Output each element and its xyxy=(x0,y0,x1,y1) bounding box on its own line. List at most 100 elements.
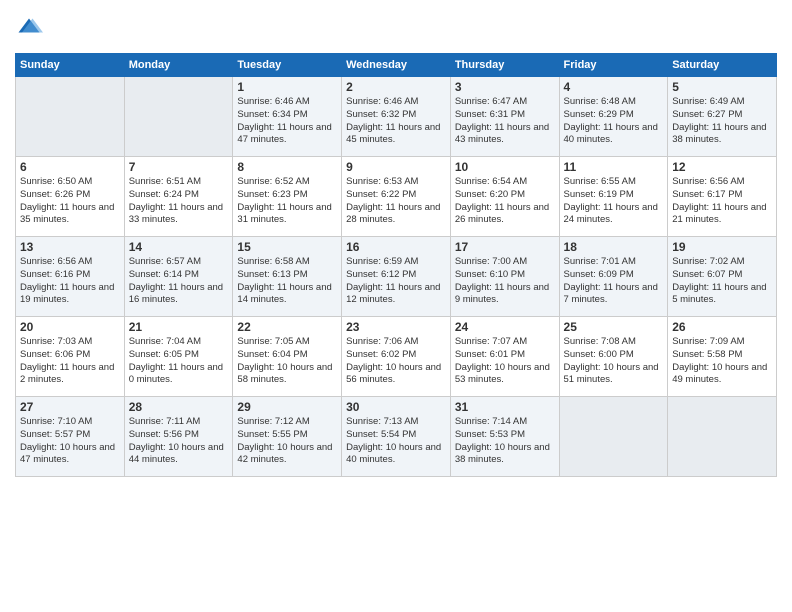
day-info: Sunrise: 7:14 AM Sunset: 5:53 PM Dayligh… xyxy=(455,416,555,467)
day-number: 21 xyxy=(129,320,229,334)
day-info: Sunrise: 6:49 AM Sunset: 6:27 PM Dayligh… xyxy=(672,96,772,147)
calendar-cell: 10Sunrise: 6:54 AM Sunset: 6:20 PM Dayli… xyxy=(450,157,559,237)
calendar-cell: 29 Sunrise: 7:12 AM Sunset: 5:55 PM Dayli… xyxy=(233,397,342,477)
day-number: 19 xyxy=(672,240,772,254)
day-number: 2 xyxy=(346,80,446,94)
day-info: Sunrise: 6:48 AM Sunset: 6:29 PM Dayligh… xyxy=(564,96,664,147)
day-number: 22 xyxy=(237,320,337,334)
calendar-cell: 20 Sunrise: 7:03 AM Sunset: 6:06 PM Dayli… xyxy=(16,317,125,397)
day-number: 24 xyxy=(455,320,555,334)
day-info: Sunrise: 6:46 AM Sunset: 6:34 PM Dayligh… xyxy=(237,96,337,147)
day-number: 6 xyxy=(20,160,120,174)
calendar-cell: 15 Sunrise: 6:58 AM Sunset: 6:13 PM Dayli… xyxy=(233,237,342,317)
logo-icon xyxy=(15,15,43,43)
calendar-cell: 28Sunrise: 7:11 AM Sunset: 5:56 PM Dayli… xyxy=(124,397,233,477)
day-info: Sunrise: 7:03 AM Sunset: 6:06 PM Dayligh… xyxy=(20,336,120,387)
day-info: Sunrise: 6:50 AM Sunset: 6:26 PM Dayligh… xyxy=(20,176,120,227)
day-number: 4 xyxy=(564,80,664,94)
calendar-cell: 17Sunrise: 7:00 AM Sunset: 6:10 PM Dayli… xyxy=(450,237,559,317)
day-number: 27 xyxy=(20,400,120,414)
calendar-cell: 3 Sunrise: 6:47 AM Sunset: 6:31 PM Daylig… xyxy=(450,77,559,157)
week-row-3: 13 Sunrise: 6:56 AM Sunset: 6:16 PM Dayli… xyxy=(16,237,777,317)
day-number: 14 xyxy=(129,240,229,254)
weekday-header-saturday: Saturday xyxy=(668,54,777,77)
calendar-cell: 7 Sunrise: 6:51 AM Sunset: 6:24 PM Daylig… xyxy=(124,157,233,237)
day-number: 23 xyxy=(346,320,446,334)
day-info: Sunrise: 7:08 AM Sunset: 6:00 PM Dayligh… xyxy=(564,336,664,387)
day-info: Sunrise: 6:58 AM Sunset: 6:13 PM Dayligh… xyxy=(237,256,337,307)
day-number: 10 xyxy=(455,160,555,174)
day-info: Sunrise: 6:46 AM Sunset: 6:32 PM Dayligh… xyxy=(346,96,446,147)
calendar-cell xyxy=(124,77,233,157)
week-row-2: 6 Sunrise: 6:50 AM Sunset: 6:26 PM Daylig… xyxy=(16,157,777,237)
calendar-cell: 5 Sunrise: 6:49 AM Sunset: 6:27 PM Daylig… xyxy=(668,77,777,157)
weekday-header-monday: Monday xyxy=(124,54,233,77)
day-info: Sunrise: 6:56 AM Sunset: 6:17 PM Dayligh… xyxy=(672,176,772,227)
day-number: 17 xyxy=(455,240,555,254)
day-info: Sunrise: 7:01 AM Sunset: 6:09 PM Dayligh… xyxy=(564,256,664,307)
day-info: Sunrise: 6:57 AM Sunset: 6:14 PM Dayligh… xyxy=(129,256,229,307)
calendar-cell: 18 Sunrise: 7:01 AM Sunset: 6:09 PM Dayli… xyxy=(559,237,668,317)
calendar-cell xyxy=(16,77,125,157)
day-number: 9 xyxy=(346,160,446,174)
week-row-4: 20 Sunrise: 7:03 AM Sunset: 6:06 PM Dayli… xyxy=(16,317,777,397)
calendar-cell: 9 Sunrise: 6:53 AM Sunset: 6:22 PM Daylig… xyxy=(342,157,451,237)
calendar-cell: 2 Sunrise: 6:46 AM Sunset: 6:32 PM Daylig… xyxy=(342,77,451,157)
day-info: Sunrise: 6:52 AM Sunset: 6:23 PM Dayligh… xyxy=(237,176,337,227)
calendar-cell xyxy=(668,397,777,477)
week-row-5: 27Sunrise: 7:10 AM Sunset: 5:57 PM Dayli… xyxy=(16,397,777,477)
calendar-cell: 14 Sunrise: 6:57 AM Sunset: 6:14 PM Dayli… xyxy=(124,237,233,317)
calendar-cell xyxy=(559,397,668,477)
day-number: 1 xyxy=(237,80,337,94)
day-info: Sunrise: 7:11 AM Sunset: 5:56 PM Dayligh… xyxy=(129,416,229,467)
calendar-cell: 22 Sunrise: 7:05 AM Sunset: 6:04 PM Dayli… xyxy=(233,317,342,397)
calendar-cell: 19 Sunrise: 7:02 AM Sunset: 6:07 PM Dayli… xyxy=(668,237,777,317)
calendar-cell: 25 Sunrise: 7:08 AM Sunset: 6:00 PM Dayli… xyxy=(559,317,668,397)
day-number: 15 xyxy=(237,240,337,254)
day-info: Sunrise: 7:07 AM Sunset: 6:01 PM Dayligh… xyxy=(455,336,555,387)
day-number: 12 xyxy=(672,160,772,174)
day-number: 13 xyxy=(20,240,120,254)
day-number: 20 xyxy=(20,320,120,334)
calendar-cell: 30 Sunrise: 7:13 AM Sunset: 5:54 PM Dayli… xyxy=(342,397,451,477)
calendar-cell: 6 Sunrise: 6:50 AM Sunset: 6:26 PM Daylig… xyxy=(16,157,125,237)
day-info: Sunrise: 6:47 AM Sunset: 6:31 PM Dayligh… xyxy=(455,96,555,147)
day-info: Sunrise: 7:13 AM Sunset: 5:54 PM Dayligh… xyxy=(346,416,446,467)
calendar-cell: 4 Sunrise: 6:48 AM Sunset: 6:29 PM Daylig… xyxy=(559,77,668,157)
day-number: 25 xyxy=(564,320,664,334)
weekday-header-sunday: Sunday xyxy=(16,54,125,77)
calendar-cell: 24 Sunrise: 7:07 AM Sunset: 6:01 PM Dayli… xyxy=(450,317,559,397)
day-info: Sunrise: 7:09 AM Sunset: 5:58 PM Dayligh… xyxy=(672,336,772,387)
calendar-cell: 11 Sunrise: 6:55 AM Sunset: 6:19 PM Dayli… xyxy=(559,157,668,237)
page-header xyxy=(15,15,777,43)
day-number: 3 xyxy=(455,80,555,94)
day-number: 5 xyxy=(672,80,772,94)
day-info: Sunrise: 6:53 AM Sunset: 6:22 PM Dayligh… xyxy=(346,176,446,227)
day-info: Sunrise: 7:05 AM Sunset: 6:04 PM Dayligh… xyxy=(237,336,337,387)
day-info: Sunrise: 7:04 AM Sunset: 6:05 PM Dayligh… xyxy=(129,336,229,387)
weekday-header-wednesday: Wednesday xyxy=(342,54,451,77)
calendar-cell: 1 Sunrise: 6:46 AM Sunset: 6:34 PM Daylig… xyxy=(233,77,342,157)
calendar-cell: 26 Sunrise: 7:09 AM Sunset: 5:58 PM Dayli… xyxy=(668,317,777,397)
day-number: 30 xyxy=(346,400,446,414)
weekday-header-thursday: Thursday xyxy=(450,54,559,77)
calendar-cell: 12 Sunrise: 6:56 AM Sunset: 6:17 PM Dayli… xyxy=(668,157,777,237)
day-number: 26 xyxy=(672,320,772,334)
day-info: Sunrise: 6:55 AM Sunset: 6:19 PM Dayligh… xyxy=(564,176,664,227)
day-number: 7 xyxy=(129,160,229,174)
day-info: Sunrise: 6:51 AM Sunset: 6:24 PM Dayligh… xyxy=(129,176,229,227)
day-number: 11 xyxy=(564,160,664,174)
day-number: 29 xyxy=(237,400,337,414)
day-number: 16 xyxy=(346,240,446,254)
day-number: 18 xyxy=(564,240,664,254)
day-number: 31 xyxy=(455,400,555,414)
day-info: Sunrise: 7:12 AM Sunset: 5:55 PM Dayligh… xyxy=(237,416,337,467)
day-info: Sunrise: 7:02 AM Sunset: 6:07 PM Dayligh… xyxy=(672,256,772,307)
weekday-header-row: SundayMondayTuesdayWednesdayThursdayFrid… xyxy=(16,54,777,77)
calendar-cell: 16Sunrise: 6:59 AM Sunset: 6:12 PM Dayli… xyxy=(342,237,451,317)
day-info: Sunrise: 6:56 AM Sunset: 6:16 PM Dayligh… xyxy=(20,256,120,307)
weekday-header-friday: Friday xyxy=(559,54,668,77)
calendar-cell: 23Sunrise: 7:06 AM Sunset: 6:02 PM Dayli… xyxy=(342,317,451,397)
weekday-header-tuesday: Tuesday xyxy=(233,54,342,77)
day-number: 8 xyxy=(237,160,337,174)
